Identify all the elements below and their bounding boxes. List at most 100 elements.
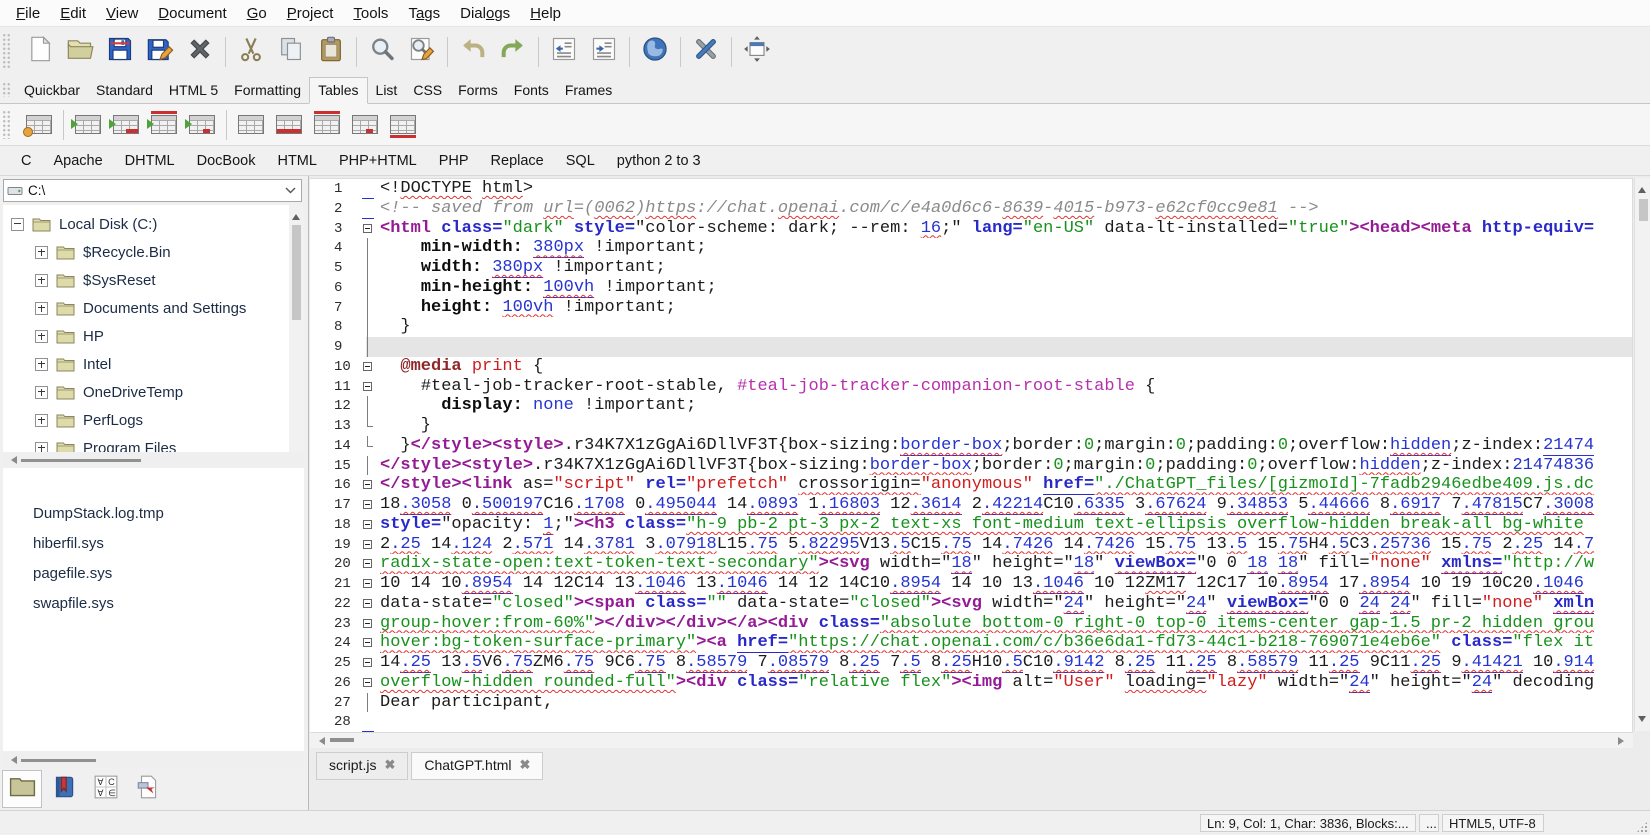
- fold-marker-icon[interactable]: [362, 673, 374, 693]
- table-footer-button[interactable]: [384, 110, 422, 140]
- tree-item-sysreset[interactable]: $SysReset: [3, 266, 304, 294]
- expand-expander-icon[interactable]: [35, 386, 48, 399]
- expand-expander-icon[interactable]: [35, 246, 48, 259]
- fold-marker-icon[interactable]: [362, 574, 374, 594]
- menu-project[interactable]: Project: [277, 2, 344, 25]
- expand-expander-icon[interactable]: [35, 302, 48, 315]
- browser-preview-button[interactable]: [635, 32, 675, 72]
- close-icon[interactable]: ✖: [520, 757, 531, 773]
- open-button[interactable]: [60, 32, 100, 72]
- fold-marker-icon[interactable]: [362, 219, 374, 239]
- tree-item-local-disk-c[interactable]: Local Disk (C:): [3, 210, 304, 238]
- tab-tables[interactable]: Tables: [309, 77, 367, 104]
- sidebar-tab-snippets[interactable]: [128, 770, 168, 808]
- doc-tab-chatgpt-html[interactable]: ChatGPT.html✖: [411, 752, 543, 780]
- tree-scrollbar-thumb[interactable]: [292, 225, 301, 320]
- custom-menu-replace[interactable]: Replace: [480, 149, 555, 173]
- expand-expander-icon[interactable]: [35, 442, 48, 453]
- close-button[interactable]: [180, 32, 220, 72]
- redo-button[interactable]: [493, 32, 533, 72]
- menu-edit[interactable]: Edit: [50, 2, 96, 25]
- tree-item-documents-and-settings[interactable]: Documents and Settings: [3, 294, 304, 322]
- code-view[interactable]: 1<!DOCTYPE html>2<!-- saved from url=(00…: [310, 178, 1633, 733]
- scroll-left-icon[interactable]: [7, 756, 17, 764]
- find-replace-button[interactable]: [402, 32, 442, 72]
- indent-button[interactable]: [584, 32, 624, 72]
- copy-button[interactable]: [271, 32, 311, 72]
- tab-quickbar[interactable]: Quickbar: [16, 78, 88, 103]
- status-overflow-button[interactable]: ...: [1419, 814, 1439, 832]
- fullscreen-button[interactable]: [737, 32, 777, 72]
- file-item-dumpstack-log-tmp[interactable]: DumpStack.log.tmp: [3, 498, 304, 528]
- fold-marker-icon[interactable]: [362, 495, 374, 515]
- toolbar-grip[interactable]: [2, 33, 12, 70]
- custom-menu-python-2-to-3[interactable]: python 2 to 3: [606, 149, 712, 173]
- tree-item-onedrivetemp[interactable]: OneDriveTemp: [3, 378, 304, 406]
- custom-menu-php-html[interactable]: PHP+HTML: [328, 149, 428, 173]
- save-button[interactable]: [100, 32, 140, 72]
- sidebar-tab-character-map[interactable]: ∀C∀∈: [86, 770, 126, 808]
- scroll-down-icon[interactable]: [1638, 716, 1646, 726]
- new-button[interactable]: [20, 32, 60, 72]
- tab-fonts[interactable]: Fonts: [506, 78, 557, 103]
- scroll-right-icon[interactable]: [1618, 737, 1628, 745]
- fold-marker-icon[interactable]: [362, 633, 374, 653]
- custom-menu-apache[interactable]: Apache: [42, 149, 113, 173]
- menu-document[interactable]: Document: [148, 2, 236, 25]
- fold-marker-icon[interactable]: [362, 377, 374, 397]
- file-item-swapfile-sys[interactable]: swapfile.sys: [3, 588, 304, 618]
- combo-dropdown-button[interactable]: [279, 180, 301, 201]
- tree-item-perflogs[interactable]: PerfLogs: [3, 406, 304, 434]
- table-wizard-button[interactable]: [20, 110, 58, 140]
- editor-hscrollbar-thumb[interactable]: [330, 738, 354, 742]
- menu-tools[interactable]: Tools: [343, 2, 398, 25]
- files-hscrollbar[interactable]: [3, 753, 304, 767]
- custom-menu-docbook[interactable]: DocBook: [186, 149, 267, 173]
- table-header-button[interactable]: [308, 110, 346, 140]
- editor-vscrollbar[interactable]: [1634, 178, 1650, 731]
- table-row-button[interactable]: [270, 110, 308, 140]
- tree-item-intel[interactable]: Intel: [3, 350, 304, 378]
- file-item-pagefile-sys[interactable]: pagefile.sys: [3, 558, 304, 588]
- fold-marker-icon[interactable]: [362, 515, 374, 535]
- fold-marker-icon[interactable]: [362, 594, 374, 614]
- expand-expander-icon[interactable]: [35, 330, 48, 343]
- tab-list[interactable]: List: [368, 78, 406, 103]
- close-icon[interactable]: ✖: [384, 757, 395, 773]
- custom-menu-html[interactable]: HTML: [266, 149, 327, 173]
- tree-item-recycle-bin[interactable]: $Recycle.Bin: [3, 238, 304, 266]
- preferences-button[interactable]: [686, 32, 726, 72]
- custom-menu-sql[interactable]: SQL: [555, 149, 606, 173]
- tree-hscrollbar[interactable]: [3, 453, 304, 467]
- unindent-button[interactable]: [544, 32, 584, 72]
- menu-dialogs[interactable]: Dialogs: [450, 2, 520, 25]
- fold-marker-icon[interactable]: [362, 535, 374, 555]
- tab-standard[interactable]: Standard: [88, 78, 161, 103]
- doc-tab-script-js[interactable]: script.js✖: [316, 752, 408, 780]
- fold-marker-icon[interactable]: [362, 614, 374, 634]
- insert-header-row-button[interactable]: [145, 110, 183, 140]
- insert-cell-button[interactable]: [183, 110, 221, 140]
- path-combo[interactable]: C:\: [3, 179, 302, 202]
- expand-expander-icon[interactable]: [35, 414, 48, 427]
- tab-forms[interactable]: Forms: [450, 78, 506, 103]
- fold-marker-icon[interactable]: [362, 475, 374, 495]
- fold-marker-icon[interactable]: [362, 653, 374, 673]
- scroll-up-icon[interactable]: [292, 210, 300, 220]
- tab-frames[interactable]: Frames: [557, 78, 620, 103]
- table-button[interactable]: [232, 110, 270, 140]
- editor-hscrollbar[interactable]: [310, 733, 1633, 748]
- expand-expander-icon[interactable]: [35, 358, 48, 371]
- editor-vscrollbar-thumb[interactable]: [1639, 199, 1648, 221]
- save-as-button[interactable]: [140, 32, 180, 72]
- custom-menu-c[interactable]: C: [10, 149, 42, 173]
- tab-formatting[interactable]: Formatting: [226, 78, 309, 103]
- table-cell-button[interactable]: [346, 110, 384, 140]
- code-area[interactable]: 1<!DOCTYPE html>2<!-- saved from url=(00…: [310, 179, 1632, 732]
- tab-css[interactable]: CSS: [405, 78, 450, 103]
- files-hscrollbar-thumb[interactable]: [21, 759, 96, 762]
- insert-table-button[interactable]: [69, 110, 107, 140]
- find-button[interactable]: [362, 32, 402, 72]
- custom-menu-php[interactable]: PHP: [428, 149, 480, 173]
- scroll-up-icon[interactable]: [1638, 183, 1646, 193]
